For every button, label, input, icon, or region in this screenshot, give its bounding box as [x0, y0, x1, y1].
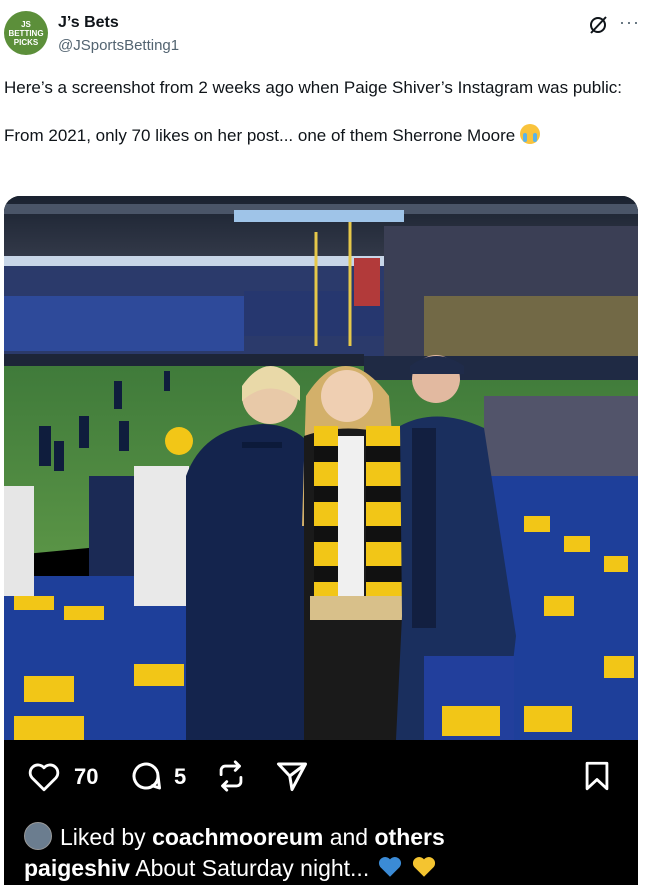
author-avatar[interactable]: JS BETTING PICKS: [4, 11, 48, 55]
liked-by-prefix: Liked by: [60, 824, 153, 850]
author-handle[interactable]: @JSportsBetting1: [58, 37, 179, 54]
blue-heart-icon: [378, 857, 401, 877]
more-icon[interactable]: ···: [619, 12, 640, 33]
yellow-heart-icon: [412, 857, 436, 877]
liked-by-and: and: [323, 824, 375, 850]
comment-icon[interactable]: [128, 758, 164, 794]
caption-user[interactable]: paigeshiv: [24, 855, 130, 881]
liker-avatar[interactable]: [24, 822, 52, 850]
share-icon[interactable]: [274, 758, 310, 794]
bookmark-icon[interactable]: [580, 758, 614, 794]
loudly-crying-face-icon: [519, 124, 540, 144]
avatar-text: JS BETTING PICKS: [8, 19, 44, 47]
tweet-text: Here’s a screenshot from 2 weeks ago whe…: [4, 76, 634, 148]
tweet-media[interactable]: 70 5 Liked by coachmooreum and others pa…: [4, 196, 638, 885]
stadium-photo[interactable]: [4, 196, 638, 740]
repost-icon[interactable]: [214, 758, 248, 794]
liked-by-line: Liked by coachmooreum and others: [24, 822, 445, 851]
comments-count: 5: [174, 764, 187, 789]
instagram-post-footer: 70 5 Liked by coachmooreum and others pa…: [4, 740, 638, 885]
heart-icon[interactable]: [26, 760, 62, 794]
liked-by-user[interactable]: coachmooreum: [152, 824, 323, 850]
post-caption: paigeshiv About Saturday night...: [24, 854, 438, 882]
caption-text: About Saturday night...: [130, 855, 376, 881]
author-name[interactable]: J’s Bets: [58, 14, 119, 32]
grok-icon[interactable]: [586, 13, 610, 37]
likes-count: 70: [74, 764, 99, 789]
liked-by-others[interactable]: others: [374, 824, 444, 850]
